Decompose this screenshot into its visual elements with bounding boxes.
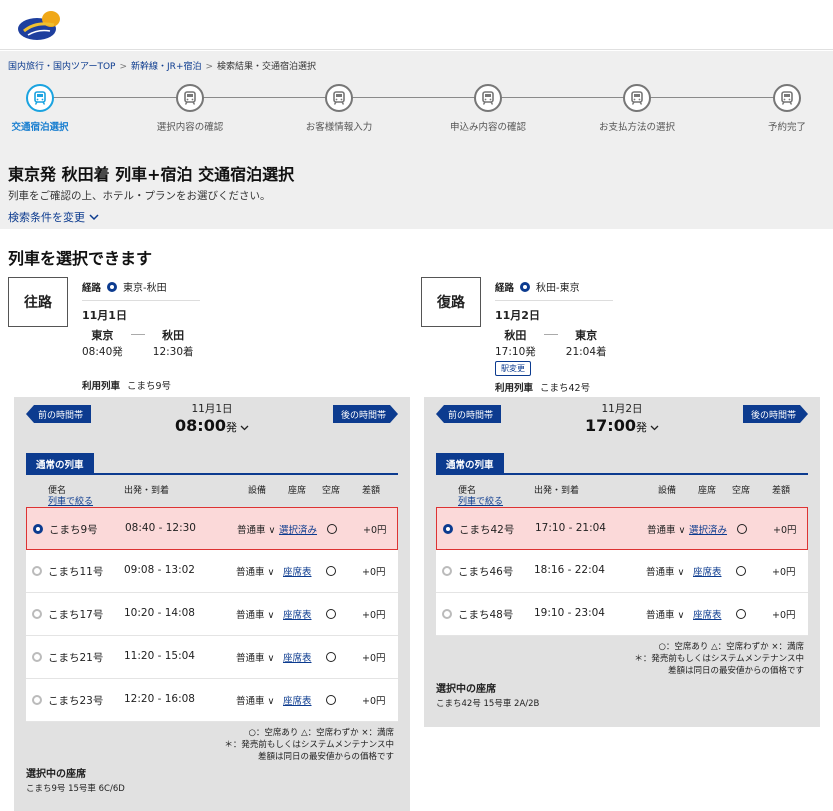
availability-icon <box>327 524 337 534</box>
equipment-select[interactable]: 普通車 ∨ <box>646 607 685 621</box>
seat-map-link[interactable]: 選択済み <box>279 522 317 536</box>
next-timeslot-button[interactable]: 後の時間帯 <box>743 405 808 423</box>
equipment-select[interactable]: 普通車 ∨ <box>647 522 686 536</box>
train-icon <box>26 84 54 112</box>
chevron-down-icon <box>89 213 99 220</box>
step-customer-info: お客様情報入力 <box>279 84 399 133</box>
step-confirm-application: 申込み内容の確認 <box>428 84 548 133</box>
equipment-select[interactable]: 普通車 ∨ <box>236 564 275 578</box>
train-radio[interactable] <box>32 566 42 576</box>
seat-map-link[interactable]: 座席表 <box>283 650 312 664</box>
availability-icon <box>326 652 336 662</box>
train-icon <box>325 84 353 112</box>
step-complete: 予約完了 <box>727 84 833 133</box>
seat-map-link[interactable]: 座席表 <box>283 564 312 578</box>
page-title: 東京発 秋田着 列車+宿泊 交通宿泊選択 <box>8 165 295 184</box>
page-subtitle: 列車をご確認の上、ホテル・プランをお選びください。 <box>8 190 271 202</box>
equipment-select[interactable]: 普通車 ∨ <box>646 564 685 578</box>
chevron-down-icon <box>650 425 659 431</box>
route-radio[interactable] <box>520 281 531 292</box>
train-radio[interactable] <box>442 609 452 619</box>
availability-icon <box>326 566 336 576</box>
seat-map-link[interactable]: 座席表 <box>693 607 722 621</box>
next-timeslot-button[interactable]: 後の時間帯 <box>333 405 398 423</box>
train-icon <box>474 84 502 112</box>
table-row[interactable]: こまち9号 08:40 - 12:30 普通車 ∨ 選択済み +0円 <box>26 507 398 550</box>
route-radio[interactable] <box>107 281 118 292</box>
outbound-train-list: こまち9号 08:40 - 12:30 普通車 ∨ 選択済み +0円 こまち11… <box>26 507 398 722</box>
chevron-down-icon <box>240 425 249 431</box>
availability-legend: ○：空席あり △：空席わずか ×：満席 ＊：発売前もしくはシステムメンテナンス中… <box>634 642 804 676</box>
table-row[interactable]: こまち42号 17:10 - 21:04 普通車 ∨ 選択済み +0円 <box>436 507 808 550</box>
prev-timeslot-button[interactable]: 前の時間帯 <box>436 405 502 423</box>
train-icon <box>623 84 651 112</box>
train-radio[interactable] <box>32 609 42 619</box>
train-radio[interactable] <box>32 695 42 705</box>
availability-icon <box>737 524 747 534</box>
table-row[interactable]: こまち21号 11:20 - 15:04 普通車 ∨ 座席表 +0円 <box>26 636 398 679</box>
availability-icon <box>736 609 746 619</box>
seat-map-link[interactable]: 選択済み <box>689 522 727 536</box>
table-row[interactable]: こまち46号 18:16 - 22:04 普通車 ∨ 座席表 +0円 <box>436 550 808 593</box>
seat-map-link[interactable]: 座席表 <box>693 564 722 578</box>
table-row[interactable]: こまち23号 12:20 - 16:08 普通車 ∨ 座席表 +0円 <box>26 679 398 722</box>
breadcrumb-link-jr[interactable]: 新幹線・JR+宿泊 <box>131 62 201 72</box>
train-radio[interactable] <box>33 524 43 534</box>
site-logo[interactable] <box>16 9 62 43</box>
step-confirm-selection: 選択内容の確認 <box>130 84 250 133</box>
return-train-list: こまち42号 17:10 - 21:04 普通車 ∨ 選択済み +0円 こまち4… <box>436 507 808 636</box>
table-row[interactable]: こまち11号 09:08 - 13:02 普通車 ∨ 座席表 +0円 <box>26 550 398 593</box>
availability-icon <box>326 609 336 619</box>
breadcrumb-link-top[interactable]: 国内旅行・国内ツアーTOP <box>8 62 115 72</box>
step-payment: お支払方法の選択 <box>577 84 697 133</box>
tab-regular-trains[interactable]: 通常の列車 <box>436 453 504 473</box>
return-route-info: 経路 秋田-東京 11月2日 秋田 17:10発 東京 21:04着 駅変更 利用列車… <box>495 279 613 394</box>
train-radio[interactable] <box>443 524 453 534</box>
breadcrumb: 国内旅行・国内ツアーTOP > 新幹線・JR+宿泊 > 検索結果・交通宿泊選択 <box>0 51 833 77</box>
station-change-button[interactable]: 駅変更 <box>495 361 531 376</box>
filter-by-train-link[interactable]: 列車で絞る <box>48 494 93 507</box>
table-header: 便名 列車で絞る 出発・到着 設備 座席 空席 差額 <box>458 486 791 507</box>
train-icon <box>176 84 204 112</box>
outbound-label: 往路 <box>8 277 68 327</box>
return-train-panel: 11月2日 17:00発 前の時間帯 後の時間帯 通常の列車 便名 列車で絞る … <box>424 397 820 727</box>
equipment-select[interactable]: 普通車 ∨ <box>236 607 275 621</box>
selected-seat-info: 選択中の座席 こまち9号 15号車 6C/6D <box>26 769 125 794</box>
return-label: 復路 <box>421 277 481 327</box>
change-search-condition-link[interactable]: 検索条件を変更 <box>8 209 99 225</box>
seat-map-link[interactable]: 座席表 <box>283 693 312 707</box>
table-header: 便名 列車で絞る 出発・到着 設備 座席 空席 差額 <box>48 486 381 507</box>
step-transport-select: 交通宿泊選択 <box>0 84 100 133</box>
outbound-train-panel: 11月1日 08:00発 前の時間帯 後の時間帯 通常の列車 便名 列車で絞る … <box>14 397 410 811</box>
availability-icon <box>326 695 336 705</box>
tab-regular-trains[interactable]: 通常の列車 <box>26 453 94 473</box>
equipment-select[interactable]: 普通車 ∨ <box>237 522 276 536</box>
outbound-route-info: 経路 東京-秋田 11月1日 東京 08:40発 秋田 12:30着 利用列車 こまち9… <box>82 279 200 392</box>
title-area: 東京発 秋田着 列車+宿泊 交通宿泊選択 列車をご確認の上、ホテル・プランをお選… <box>0 137 833 229</box>
availability-legend: ○：空席あり △：空席わずか ×：満席 ＊：発売前もしくはシステムメンテナンス中… <box>224 728 394 762</box>
progress-steps: 交通宿泊選択 選択内容の確認 お客様情報入力 申込み内容の確認 お支払方法の選択… <box>0 77 833 137</box>
train-radio[interactable] <box>32 652 42 662</box>
train-radio[interactable] <box>442 566 452 576</box>
seat-map-link[interactable]: 座席表 <box>283 607 312 621</box>
table-row[interactable]: こまち17号 10:20 - 14:08 普通車 ∨ 座席表 +0円 <box>26 593 398 636</box>
table-row[interactable]: こまち48号 19:10 - 23:04 普通車 ∨ 座席表 +0円 <box>436 593 808 636</box>
availability-icon <box>736 566 746 576</box>
selected-seat-info: 選択中の座席 こまち42号 15号車 2A/2B <box>436 684 540 709</box>
prev-timeslot-button[interactable]: 前の時間帯 <box>26 405 92 423</box>
filter-by-train-link[interactable]: 列車で絞る <box>458 494 503 507</box>
select-train-heading: 列車を選択できます <box>8 249 153 268</box>
equipment-select[interactable]: 普通車 ∨ <box>236 650 275 664</box>
breadcrumb-current: 検索結果・交通宿泊選択 <box>217 62 317 72</box>
train-icon <box>773 84 801 112</box>
site-header <box>0 0 833 50</box>
equipment-select[interactable]: 普通車 ∨ <box>236 693 275 707</box>
